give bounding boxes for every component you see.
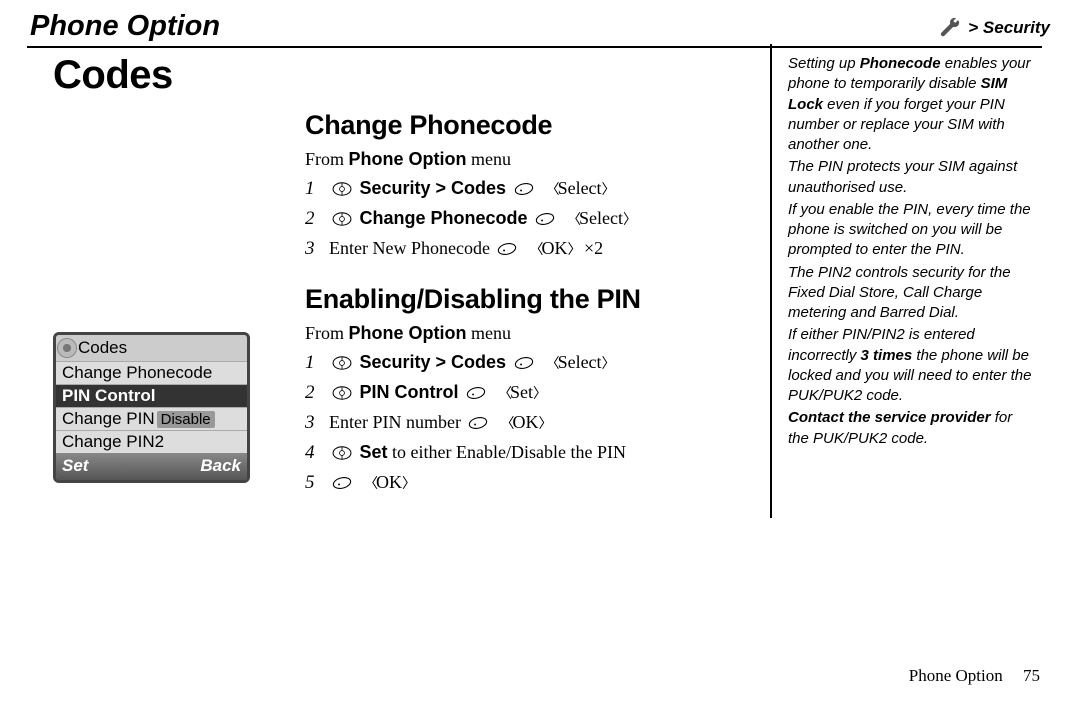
navigate-icon: [331, 385, 353, 406]
step: 1 Security > Codes 〈Select〉: [305, 178, 760, 202]
steps-list: 1 Security > Codes 〈Select〉 2 PIN Contro…: [305, 352, 760, 496]
steps-list: 1 Security > Codes 〈Select〉 2 Change Pho…: [305, 178, 760, 262]
from-line: From Phone Option menu: [305, 149, 760, 170]
section-heading: Change Phonecode: [305, 110, 760, 141]
page-number: 75: [1023, 666, 1040, 685]
sidebar-para: Setting up Phonecode enables your phone …: [788, 54, 1036, 155]
gear-icon: [60, 341, 74, 355]
phone-softkeys: Set Back: [56, 453, 247, 479]
header-chapter: Phone Option: [30, 10, 220, 43]
breadcrumb-text: > Security: [968, 18, 1050, 38]
navigate-icon: [331, 445, 353, 466]
step: 1 Security > Codes 〈Select〉: [305, 352, 760, 376]
step: 2 PIN Control 〈Set〉: [305, 382, 760, 406]
phone-menu-item-selected: PIN Control: [56, 384, 247, 407]
section-heading: Enabling/Disabling the PIN: [305, 284, 760, 315]
select-button-icon: [513, 181, 535, 202]
step: 4 Set to either Enable/Disable the PIN: [305, 442, 760, 466]
phone-menu-item: Change PINDisable: [56, 407, 247, 430]
phone-mockup-column: Codes Change Phonecode PIN Control Chang…: [0, 110, 300, 518]
step: 5 〈OK〉: [305, 472, 760, 496]
sidebar-para: If you enable the PIN, every time the ph…: [788, 200, 1036, 261]
navigate-icon: [331, 355, 353, 376]
step: 2 Change Phonecode 〈Select〉: [305, 208, 760, 232]
phone-menu-item: Change Phonecode: [56, 361, 247, 384]
navigate-icon: [331, 181, 353, 202]
navigate-icon: [331, 211, 353, 232]
breadcrumb: > Security: [938, 16, 1050, 40]
header-rule: [27, 46, 1042, 48]
wrench-icon: [938, 16, 962, 40]
phone-screen-title: Codes: [78, 337, 127, 359]
status-tag: Disable: [157, 411, 215, 428]
select-button-icon: [534, 211, 556, 232]
select-button-icon: [331, 475, 353, 496]
softkey-right: Back: [200, 455, 241, 477]
select-button-icon: [513, 355, 535, 376]
instructions-column: Change Phonecode From Phone Option menu …: [300, 110, 770, 518]
phone-menu-item: Change PIN2: [56, 430, 247, 453]
page-footer: Phone Option 75: [909, 666, 1040, 686]
softkey-left: Set: [62, 455, 88, 477]
phone-screen: Codes Change Phonecode PIN Control Chang…: [53, 332, 250, 483]
sidebar-para: If either PIN/PIN2 is entered incorrectl…: [788, 325, 1036, 406]
sidebar-para: Contact the service provider for the PUK…: [788, 408, 1036, 449]
step: 3 Enter PIN number 〈OK〉: [305, 412, 760, 436]
select-button-icon: [465, 385, 487, 406]
sidebar-para: The PIN2 controls security for the Fixed…: [788, 263, 1036, 324]
sidebar-note: Setting up Phonecode enables your phone …: [770, 44, 1036, 518]
from-line: From Phone Option menu: [305, 323, 760, 344]
page-header: Phone Option > Security: [0, 0, 1080, 43]
step: 3 Enter New Phonecode 〈OK〉 ×2: [305, 238, 760, 262]
select-button-icon: [467, 415, 489, 436]
select-button-icon: [496, 241, 518, 262]
footer-label: Phone Option: [909, 666, 1003, 685]
phone-screen-title-row: Codes: [56, 335, 247, 361]
sidebar-para: The PIN protects your SIM against unauth…: [788, 157, 1036, 198]
